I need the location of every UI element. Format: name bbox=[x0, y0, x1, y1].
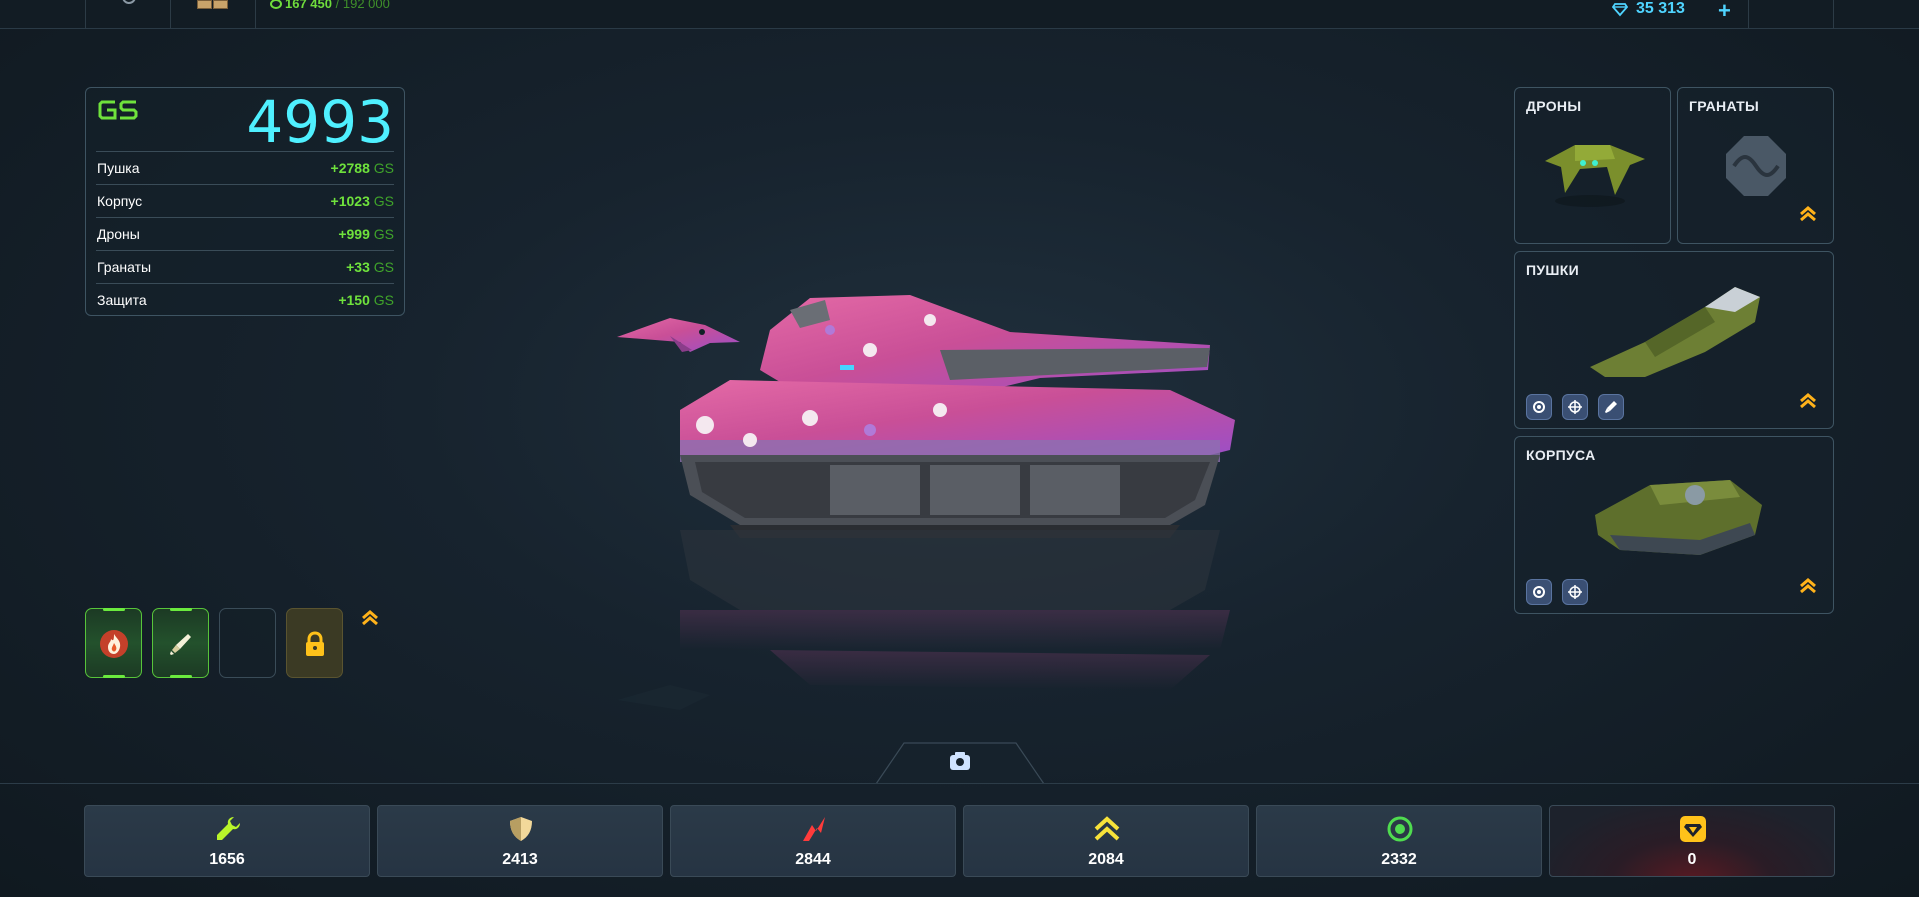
stat-crystal-box: 0 bbox=[1549, 805, 1835, 877]
gs-row-name: Гранаты bbox=[97, 259, 152, 275]
speed-chevron-icon bbox=[1094, 816, 1120, 841]
crosshair-icon bbox=[1568, 400, 1582, 414]
stat-value: 2084 bbox=[1088, 851, 1124, 868]
tank-tracks bbox=[680, 455, 1220, 538]
gs-row-name: Пушка bbox=[97, 160, 140, 176]
shell-icon bbox=[170, 634, 191, 655]
gs-row-name: Защита bbox=[97, 292, 147, 308]
fire-icon bbox=[100, 630, 128, 658]
hulls-title: КОРПУСА bbox=[1526, 447, 1596, 463]
stat-value: 2844 bbox=[795, 851, 831, 868]
module-slot[interactable] bbox=[1526, 394, 1552, 420]
crosshair-icon bbox=[1568, 585, 1582, 599]
gs-row-value: +999 GS bbox=[338, 226, 394, 242]
shield-icon bbox=[510, 817, 532, 841]
tank-reflection bbox=[617, 530, 1230, 710]
supply-slot-ammo[interactable] bbox=[152, 608, 209, 678]
grenades-title: ГРАНАТЫ bbox=[1689, 98, 1760, 114]
hull-icon bbox=[1595, 480, 1762, 555]
module-slot[interactable] bbox=[1526, 579, 1552, 605]
gs-row-value: +150 GS bbox=[338, 292, 394, 308]
gear-icon bbox=[1533, 586, 1545, 598]
supply-slot-empty[interactable] bbox=[219, 608, 276, 678]
stat-speed: 2084 bbox=[963, 805, 1249, 877]
module-slot[interactable] bbox=[1598, 394, 1624, 420]
drones-title: ДРОНЫ bbox=[1526, 98, 1582, 114]
gs-row-protection: Защита +150 GS bbox=[96, 283, 394, 316]
experience-current: 167 450 bbox=[285, 0, 332, 11]
top-bar-slot[interactable] bbox=[85, 0, 170, 29]
turret-icon bbox=[1590, 287, 1760, 377]
stat-value: 2413 bbox=[502, 851, 538, 868]
upgrade-chevron-icon[interactable] bbox=[1798, 392, 1818, 410]
tank-preview bbox=[617, 295, 1235, 710]
grenade-placeholder-icon bbox=[1726, 136, 1786, 196]
gs-row-grenades: Гранаты +33 GS bbox=[96, 250, 394, 283]
drone-icon bbox=[1545, 145, 1645, 207]
experience-icon bbox=[270, 0, 282, 9]
screenshot-tab[interactable] bbox=[876, 742, 1044, 784]
container-icon bbox=[213, 0, 228, 9]
gs-row-value: +1023 GS bbox=[330, 193, 394, 209]
experience-progress: 167 450 / 192 000 bbox=[270, 0, 390, 11]
home-icon bbox=[122, 0, 136, 4]
container-icon bbox=[197, 0, 212, 9]
gs-row-turret: Пушка +2788 GS bbox=[96, 151, 394, 184]
gs-row-name: Корпус bbox=[97, 193, 143, 209]
supply-slot-locked[interactable] bbox=[286, 608, 343, 678]
gs-logo-icon bbox=[98, 100, 138, 120]
stat-value: 1656 bbox=[209, 851, 245, 868]
damage-icon bbox=[803, 817, 825, 841]
gear-icon bbox=[1533, 401, 1545, 413]
top-bar-menu-slot[interactable] bbox=[1748, 0, 1834, 29]
gs-row-value: +2788 GS bbox=[330, 160, 394, 176]
stat-mines: 2332 bbox=[1256, 805, 1542, 877]
upgrade-chevron-icon[interactable] bbox=[1798, 205, 1818, 223]
stat-armor: 2413 bbox=[377, 805, 663, 877]
turrets-title: ПУШКИ bbox=[1526, 262, 1579, 278]
gs-row-value: +33 GS bbox=[346, 259, 394, 275]
crystal-icon bbox=[1612, 3, 1628, 17]
gear-score-total: 4993 bbox=[246, 88, 394, 156]
containers-button[interactable] bbox=[170, 0, 255, 29]
stat-damage: 2844 bbox=[670, 805, 956, 877]
drone-model bbox=[617, 318, 740, 352]
upgrade-chevron-icon[interactable] bbox=[1798, 577, 1818, 595]
top-bar: 167 450 / 192 000 35 313 + bbox=[0, 0, 1919, 29]
stat-value: 2332 bbox=[1381, 851, 1417, 868]
module-slot[interactable] bbox=[1562, 579, 1588, 605]
stat-value: 0 bbox=[1687, 851, 1697, 868]
turrets-card[interactable]: ПУШКИ bbox=[1514, 251, 1834, 429]
upgrade-chevron-icon[interactable] bbox=[360, 609, 380, 627]
drones-card[interactable]: ДРОНЫ bbox=[1514, 87, 1671, 244]
gear-score-panel: GS 4993 Пушка +2788 GS Корпус +1023 GS Д… bbox=[85, 87, 405, 316]
hulls-card[interactable]: КОРПУСА bbox=[1514, 436, 1834, 614]
module-slot[interactable] bbox=[1562, 394, 1588, 420]
lock-icon bbox=[306, 631, 324, 656]
target-icon bbox=[1387, 816, 1413, 842]
grenades-card[interactable]: ГРАНАТЫ bbox=[1677, 87, 1834, 244]
stats-divider bbox=[0, 783, 1919, 784]
tank-hull bbox=[680, 380, 1235, 462]
shell-icon bbox=[1605, 401, 1617, 413]
crystals-balance: 35 313 bbox=[1636, 0, 1685, 17]
gs-row-hull: Корпус +1023 GS bbox=[96, 184, 394, 217]
stat-repair: 1656 bbox=[84, 805, 370, 877]
experience-max: 192 000 bbox=[342, 0, 390, 11]
crystal-box-icon bbox=[1680, 816, 1706, 842]
supply-slot-fire[interactable] bbox=[85, 608, 142, 678]
gs-row-drones: Дроны +999 GS bbox=[96, 217, 394, 250]
wrench-icon bbox=[217, 817, 240, 840]
gs-row-name: Дроны bbox=[97, 226, 140, 242]
add-crystals-button[interactable]: + bbox=[1718, 0, 1731, 24]
